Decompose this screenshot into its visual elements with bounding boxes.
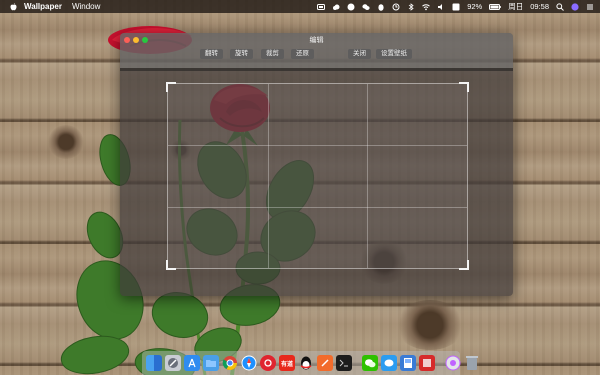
netease-music-icon[interactable]	[260, 355, 276, 371]
crop-handle-top-right[interactable]	[459, 82, 469, 92]
folder-icon[interactable]	[203, 355, 219, 371]
menu-window[interactable]: Window	[72, 2, 100, 11]
close-button[interactable]: 关闭	[348, 49, 371, 59]
crop-grid-line	[267, 84, 269, 268]
terminal-icon[interactable]	[336, 355, 352, 371]
wechat-icon[interactable]	[362, 355, 378, 371]
youdao-icon[interactable]: 有道	[279, 355, 295, 371]
crop-grid-line	[168, 145, 467, 147]
battery-percent: 92%	[467, 2, 483, 11]
crop-grid-line	[168, 206, 467, 208]
battery-icon[interactable]	[489, 3, 502, 11]
restore-button[interactable]: 还原	[291, 49, 314, 59]
editor-window: 编辑 翻转 旋转 裁剪 还原 关闭 设置壁纸	[120, 33, 513, 296]
safari-icon[interactable]	[241, 355, 257, 371]
volume-icon[interactable]	[437, 3, 445, 11]
app-menu-wallpaper[interactable]: Wallpaper	[24, 2, 62, 11]
window-titlebar[interactable]: 编辑 翻转 旋转 裁剪 还原 关闭 设置壁纸	[120, 33, 513, 68]
time-machine-icon[interactable]	[392, 3, 400, 11]
qq-icon[interactable]	[298, 355, 314, 371]
crop-frame[interactable]	[166, 82, 469, 270]
trash-icon[interactable]	[464, 355, 480, 371]
crop-grid-line	[367, 84, 369, 268]
wechat-status-icon[interactable]	[362, 3, 370, 11]
chrome-icon[interactable]	[222, 355, 238, 371]
cloud-icon[interactable]	[332, 3, 340, 11]
crop-button[interactable]: 裁剪	[261, 49, 284, 59]
siri-icon[interactable]	[571, 2, 579, 11]
wifi-icon[interactable]	[422, 3, 431, 11]
dock: 有道	[142, 351, 478, 375]
sketch-icon[interactable]	[317, 355, 333, 371]
preview-icon[interactable]	[400, 355, 416, 371]
flip-button[interactable]: 翻转	[200, 49, 223, 59]
crop-handle-bottom-right[interactable]	[459, 260, 469, 270]
rotate-button[interactable]: 旋转	[230, 49, 253, 59]
penguin-icon[interactable]	[377, 3, 385, 11]
itunes-icon[interactable]	[445, 355, 461, 371]
window-title: 编辑	[309, 37, 324, 44]
notification-center-icon[interactable]	[586, 3, 594, 11]
apple-icon[interactable]	[8, 2, 18, 11]
launchpad-icon[interactable]	[165, 355, 181, 371]
app-store-icon[interactable]	[184, 355, 200, 371]
photo-booth-icon[interactable]	[419, 355, 435, 371]
chat-icon[interactable]	[347, 3, 355, 11]
spotlight-icon[interactable]	[556, 2, 564, 11]
clock-time[interactable]: 09:58	[530, 2, 549, 11]
crop-handle-bottom-left[interactable]	[166, 260, 176, 270]
set-wallpaper-button[interactable]: 设置壁纸	[376, 49, 412, 59]
bluetooth-icon[interactable]	[407, 2, 415, 11]
wechat-work-icon[interactable]	[381, 355, 397, 371]
clock-day[interactable]: 周日	[508, 1, 523, 12]
finder-icon[interactable]	[146, 355, 162, 371]
menu-bar: Wallpaper Window 92% 周日 09:58	[0, 0, 600, 13]
crop-handle-top-left[interactable]	[166, 82, 176, 92]
wallpaper-status-icon[interactable]	[317, 3, 326, 11]
input-method-icon[interactable]	[452, 3, 460, 11]
image-canvas[interactable]	[120, 68, 513, 296]
